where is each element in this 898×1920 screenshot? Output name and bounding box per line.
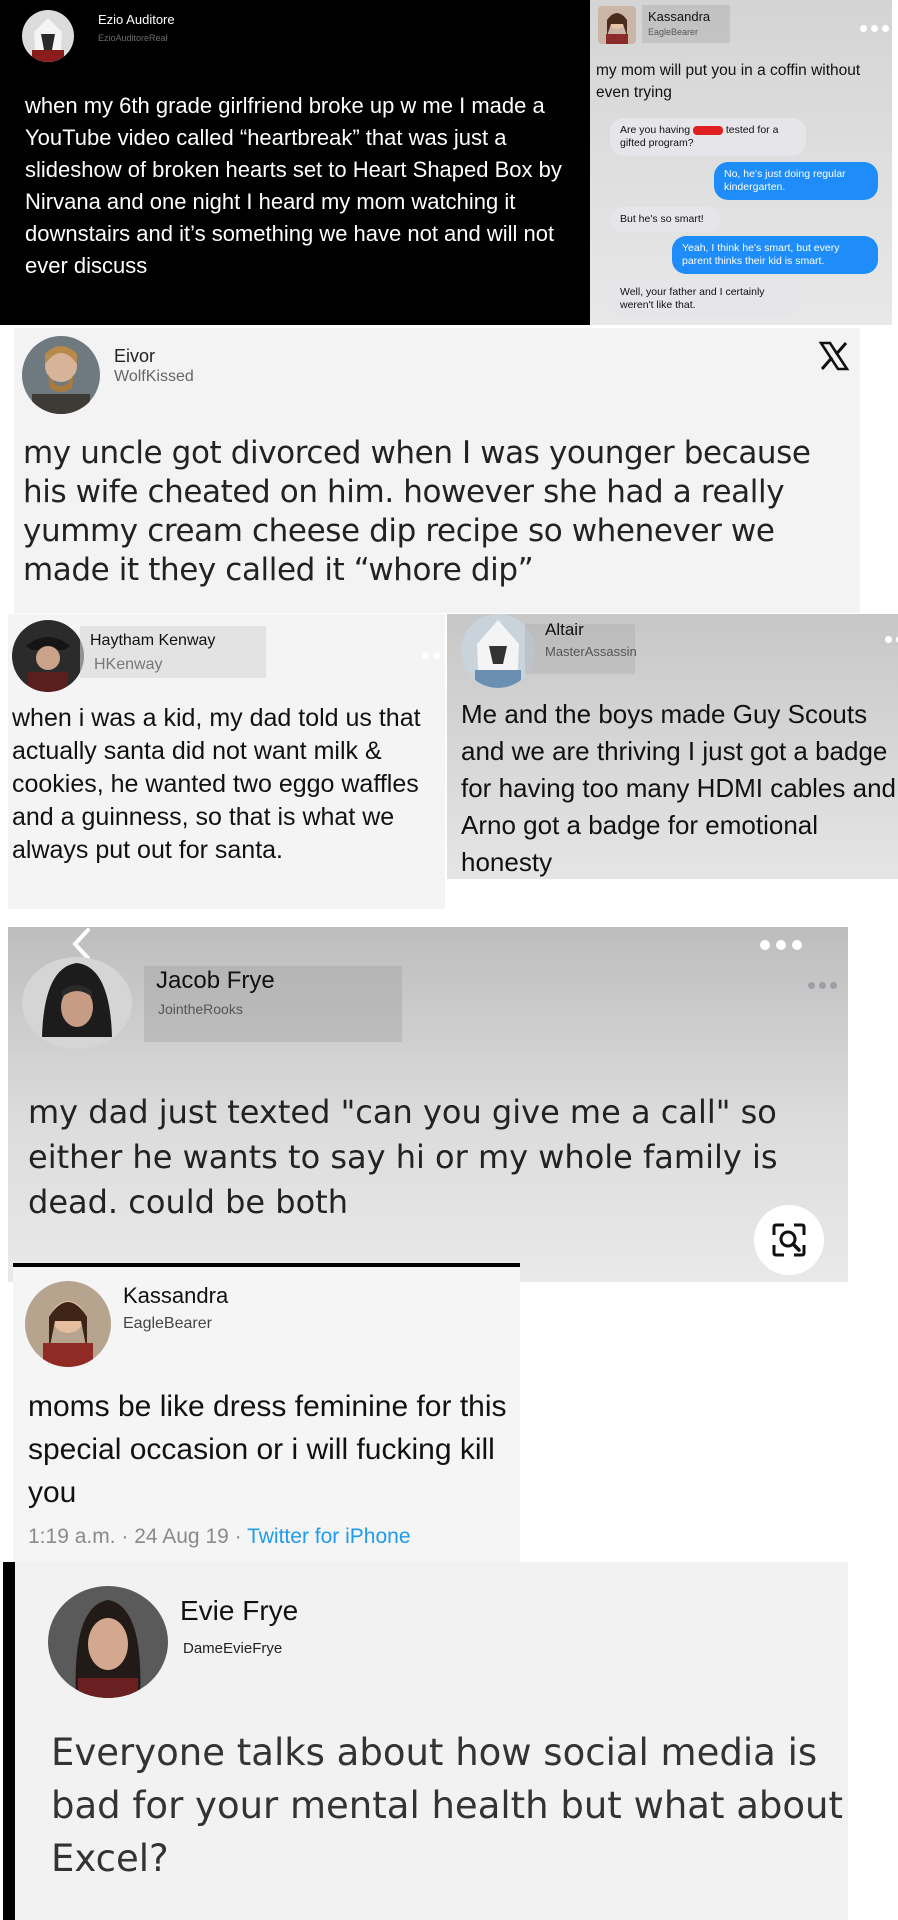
redacted-name [692,125,723,135]
author-name[interactable]: Eivor [114,346,155,367]
post-text: when my 6th grade girlfriend broke up w … [25,93,562,278]
post-text: my mom will put you in a coffin without … [596,62,861,101]
more-options-icon[interactable] [760,940,802,950]
post-card-ezio: Ezio Auditore EzioAuditoreReal when my 6… [0,0,590,325]
post-card-evie: Evie Frye DameEvieFrye Everyone talks ab… [3,1562,848,1920]
avatar[interactable] [22,336,100,414]
author-handle[interactable]: WolfKissed [114,368,194,386]
author-handle[interactable]: HKenway [94,656,162,674]
message-bubble-sent: No, he's just doing regular kindergarten… [714,162,878,200]
post-text: Me and the boys made Guy Scouts and we a… [461,699,896,877]
post-card-eivor: Eivor WolfKissed my uncle got divorced w… [14,328,860,613]
message-bubble-received: Well, your father and I certainly weren'… [610,280,798,318]
avatar[interactable] [461,614,535,688]
avatar[interactable] [22,957,132,1049]
author-name[interactable]: Haytham Kenway [90,632,215,650]
author-name[interactable]: Kassandra [123,1283,228,1309]
author-name[interactable]: Kassandra [648,9,710,24]
message-bubble-sent: Yeah, I think he's smart, but every pare… [672,236,878,274]
post-text: when i was a kid, my dad told us that ac… [12,704,421,864]
more-options-icon[interactable] [860,25,889,32]
post-card-kassandra-texts: Kassandra EagleBearer my mom will put yo… [590,0,892,325]
avatar[interactable] [22,10,74,62]
post-text: my uncle got divorced when I was younger… [23,435,811,588]
author-handle[interactable]: DameEvieFrye [183,1640,282,1657]
post-card-haytham: Haytham Kenway HKenway when i was a kid,… [8,614,445,909]
author-handle[interactable]: EagleBearer [648,27,698,37]
post-text: moms be like dress feminine for this spe… [28,1390,507,1509]
avatar[interactable] [25,1281,111,1367]
back-chevron-icon[interactable] [70,927,94,961]
more-options-icon[interactable] [422,652,445,659]
author-handle[interactable]: JointheRooks [158,1001,243,1017]
post-text: Everyone talks about how social media is… [51,1731,843,1880]
author-handle[interactable]: EzioAuditoreReal [98,33,168,43]
post-card-jacob: Jacob Frye JointheRooks my dad just text… [8,927,848,1282]
tweet-timestamp[interactable]: 1:19 a.m. · 24 Aug 19 · [28,1525,247,1548]
post-text: my dad just texted "can you give me a ca… [28,1093,778,1221]
message-text: Are you having [620,124,693,136]
message-bubble-received: Are you having tested for a gifted progr… [610,118,806,156]
tweet-meta: 1:19 a.m. · 24 Aug 19 · Twitter for iPho… [28,1525,411,1549]
author-name[interactable]: Evie Frye [180,1595,298,1627]
message-bubble-received: But he's so smart! [610,207,720,232]
post-card-kassandra: Kassandra EagleBearer moms be like dress… [13,1263,520,1563]
tweet-source-link[interactable]: Twitter for iPhone [247,1525,410,1548]
author-handle[interactable]: EagleBearer [123,1315,212,1333]
author-name[interactable]: Ezio Auditore [98,12,175,27]
post-card-altair: Altair MasterAssassin Me and the boys ma… [447,614,898,879]
avatar[interactable] [48,1586,168,1698]
avatar[interactable] [598,6,636,44]
more-options-icon[interactable] [808,982,837,989]
author-name[interactable]: Jacob Frye [156,967,275,995]
x-logo-icon [818,340,850,372]
visual-search-icon[interactable] [754,1205,824,1275]
avatar[interactable] [12,620,84,692]
author-handle[interactable]: MasterAssassin [545,644,637,659]
more-options-icon[interactable] [885,636,898,643]
author-name[interactable]: Altair [545,620,584,640]
